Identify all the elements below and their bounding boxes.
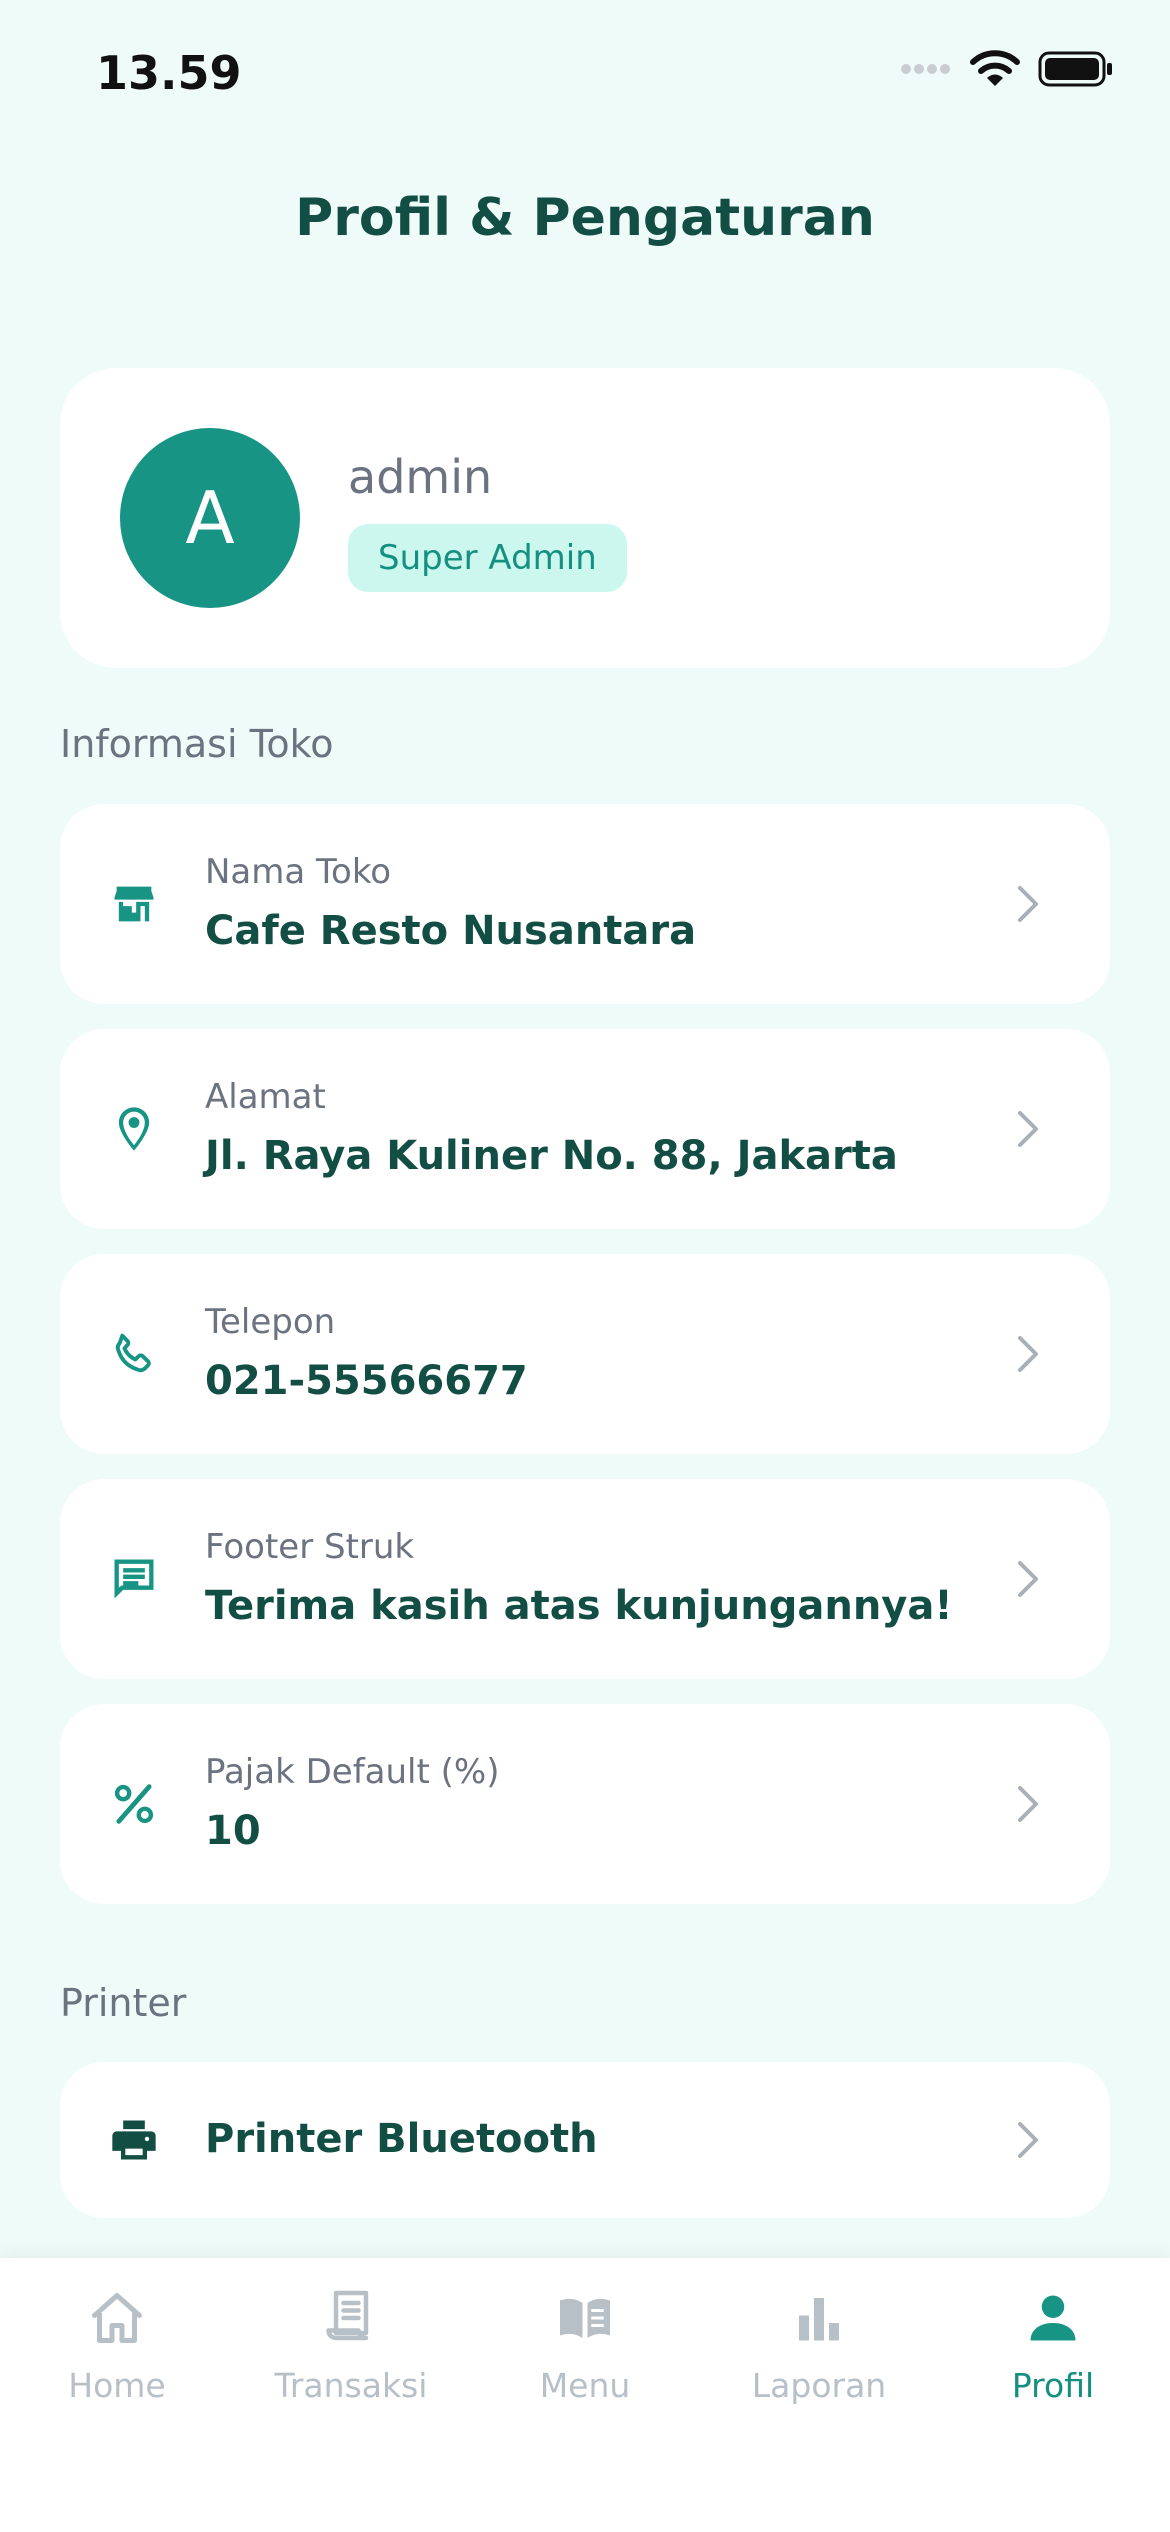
avatar: A: [120, 428, 300, 608]
row-store-phone[interactable]: Telepon 021-55566677: [60, 1254, 1110, 1454]
book-icon: [560, 2298, 610, 2338]
location-pin-icon: [118, 1107, 150, 1151]
row-label: Printer Bluetooth: [205, 2116, 598, 2162]
chevron-right-icon: [1018, 1786, 1038, 1822]
chevron-right-icon: [1018, 886, 1038, 922]
chevron-right-icon: [1018, 1111, 1038, 1147]
row-printer-bluetooth[interactable]: Printer Bluetooth: [60, 2062, 1110, 2218]
row-label: Pajak Default (%): [205, 1752, 500, 1792]
row-value: Cafe Resto Nusantara: [205, 908, 697, 954]
wifi-icon: [970, 50, 1020, 86]
person-icon: [1030, 2295, 1076, 2341]
status-time: 13.59: [96, 46, 242, 100]
row-label: Nama Toko: [205, 852, 392, 892]
row-store-address[interactable]: Alamat Jl. Raya Kuliner No. 88, Jakarta: [60, 1029, 1110, 1229]
chevron-right-icon: [1018, 1336, 1038, 1372]
status-bar: 13.59: [0, 0, 1170, 150]
tab-label: Laporan: [751, 2366, 887, 2405]
chevron-right-icon: [1018, 1561, 1038, 1597]
status-icons: [900, 50, 1114, 88]
row-value: 021-55566677: [205, 1358, 528, 1404]
role-badge: Super Admin: [348, 524, 627, 592]
cellular-signal-icon: [901, 64, 950, 74]
percent-icon: [114, 1784, 154, 1824]
tab-laporan[interactable]: Laporan: [702, 2288, 936, 2418]
bottom-tab-bar: Home Transaksi Menu Laporan Profil: [0, 2258, 1170, 2532]
receipt-icon: [326, 2290, 369, 2341]
row-value: 10: [205, 1808, 261, 1854]
bar-chart-icon: [799, 2298, 839, 2341]
tab-home[interactable]: Home: [0, 2288, 234, 2418]
row-store-name[interactable]: Nama Toko Cafe Resto Nusantara: [60, 804, 1110, 1004]
page-title: Profil & Pengaturan: [295, 188, 875, 248]
tab-profil[interactable]: Profil: [936, 2288, 1170, 2418]
printer-icon: [112, 2120, 156, 2160]
tab-transaksi[interactable]: Transaksi: [234, 2288, 468, 2418]
home-icon: [92, 2293, 142, 2343]
row-label: Alamat: [205, 1077, 326, 1117]
message-icon: [114, 1559, 154, 1599]
row-default-tax[interactable]: Pajak Default (%) 10: [60, 1704, 1110, 1904]
tab-label: Home: [68, 2366, 166, 2405]
row-label: Telepon: [205, 1302, 336, 1342]
row-label: Footer Struk: [205, 1527, 415, 1567]
store-icon: [114, 886, 154, 922]
row-value: Terima kasih atas kunjungannya!: [205, 1583, 953, 1629]
row-value: Jl. Raya Kuliner No. 88, Jakarta: [205, 1133, 898, 1179]
tab-menu[interactable]: Menu: [468, 2288, 702, 2418]
tab-label: Menu: [539, 2366, 631, 2405]
row-receipt-footer[interactable]: Footer Struk Terima kasih atas kunjungan…: [60, 1479, 1110, 1679]
phone-icon: [115, 1333, 151, 1373]
battery-icon: [1038, 51, 1112, 87]
username: admin: [348, 450, 493, 504]
profile-card[interactable]: A admin Super Admin: [60, 368, 1110, 668]
tab-label: Profil: [1011, 2366, 1095, 2405]
tab-label: Transaksi: [274, 2366, 428, 2405]
section-label-printer: Printer: [60, 1981, 187, 2025]
chevron-right-icon: [1018, 2122, 1038, 2158]
section-label-store-info: Informasi Toko: [60, 722, 334, 766]
